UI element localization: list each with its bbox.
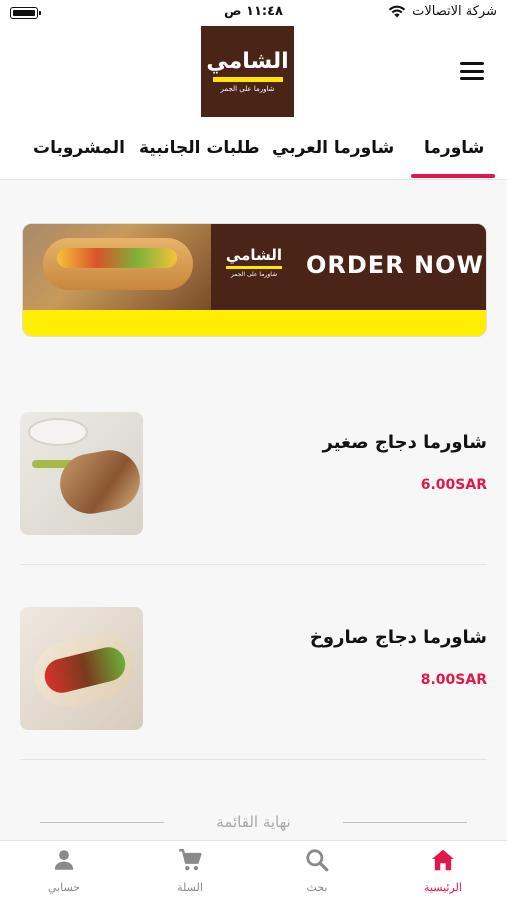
person-icon — [54, 850, 74, 870]
logo-title: الشامي — [206, 49, 289, 74]
banner-brand: الشامي — [225, 246, 283, 264]
logo-subtitle: شاورما على الجمر — [220, 85, 275, 93]
sauce-cup — [28, 418, 88, 446]
app-header: الشامي شاورما على الجمر — [0, 26, 507, 122]
nav-home-label: الرئيسية — [424, 881, 462, 894]
product-image — [20, 412, 143, 535]
product-image — [20, 607, 143, 730]
sandwich-filling — [57, 248, 177, 268]
banner-background: الشامي شاورما على الجمر ORDER NOW — [23, 224, 486, 310]
bottom-nav: الرئيسية بحث السلة حسابي — [0, 840, 507, 900]
banner-brand-subtitle: شاورما على الجمر — [230, 271, 278, 278]
active-tab-indicator — [411, 174, 495, 178]
status-bar: شركة الاتصالات ١١:٤٨ ص — [0, 0, 507, 26]
banner-sandwich-image — [23, 224, 211, 310]
end-of-list: نهاية القائمة — [0, 808, 507, 838]
tab-side-orders[interactable]: طلبات الجانبية — [139, 138, 260, 158]
tab-drinks[interactable]: المشروبات — [33, 138, 125, 158]
category-tabs: شاورما شاورما العربي طلبات الجانبية المش… — [0, 122, 507, 180]
cart-icon — [179, 849, 202, 871]
product-price: 8.00SAR — [420, 672, 487, 688]
nav-account[interactable]: حسابي — [1, 841, 127, 900]
search-icon — [306, 849, 329, 872]
shawarma-wrap — [55, 445, 143, 519]
battery-icon — [10, 7, 41, 19]
menu-line — [460, 62, 484, 65]
brand-logo[interactable]: الشامي شاورما على الجمر — [201, 26, 294, 117]
nav-cart-label: السلة — [177, 881, 203, 894]
nav-cart[interactable]: السلة — [127, 841, 253, 900]
product-name: شاورما دجاج صغير — [322, 432, 488, 453]
logo-underline — [212, 77, 283, 82]
product-item[interactable]: شاورما دجاج صاروخ 8.00SAR — [0, 565, 507, 760]
product-name: شاورما دجاج صاروخ — [309, 627, 487, 648]
tab-shawarma[interactable]: شاورما — [424, 138, 484, 158]
nav-home[interactable]: الرئيسية — [380, 841, 506, 900]
banner-cta: ORDER NOW — [306, 251, 484, 279]
banner-logo-underline — [226, 266, 282, 269]
nav-search-label: بحث — [306, 881, 328, 894]
home-icon — [432, 849, 454, 871]
end-line-right — [343, 822, 467, 823]
product-price: 6.00SAR — [420, 477, 487, 493]
nav-account-label: حسابي — [47, 881, 81, 894]
banner-logo: الشامي شاورما على الجمر — [219, 246, 289, 278]
product-item[interactable]: شاورما دجاج صغير 6.00SAR — [0, 370, 507, 565]
nav-search[interactable]: بحث — [254, 841, 380, 900]
status-time: ١١:٤٨ ص — [224, 4, 283, 19]
menu-line — [460, 77, 484, 80]
menu-line — [460, 69, 484, 73]
divider — [20, 759, 487, 760]
promo-banner[interactable]: الشامي شاورما على الجمر ORDER NOW — [22, 223, 487, 337]
hamburger-menu-icon[interactable] — [460, 62, 484, 80]
tab-arabic-shawarma[interactable]: شاورما العربي — [272, 138, 394, 158]
